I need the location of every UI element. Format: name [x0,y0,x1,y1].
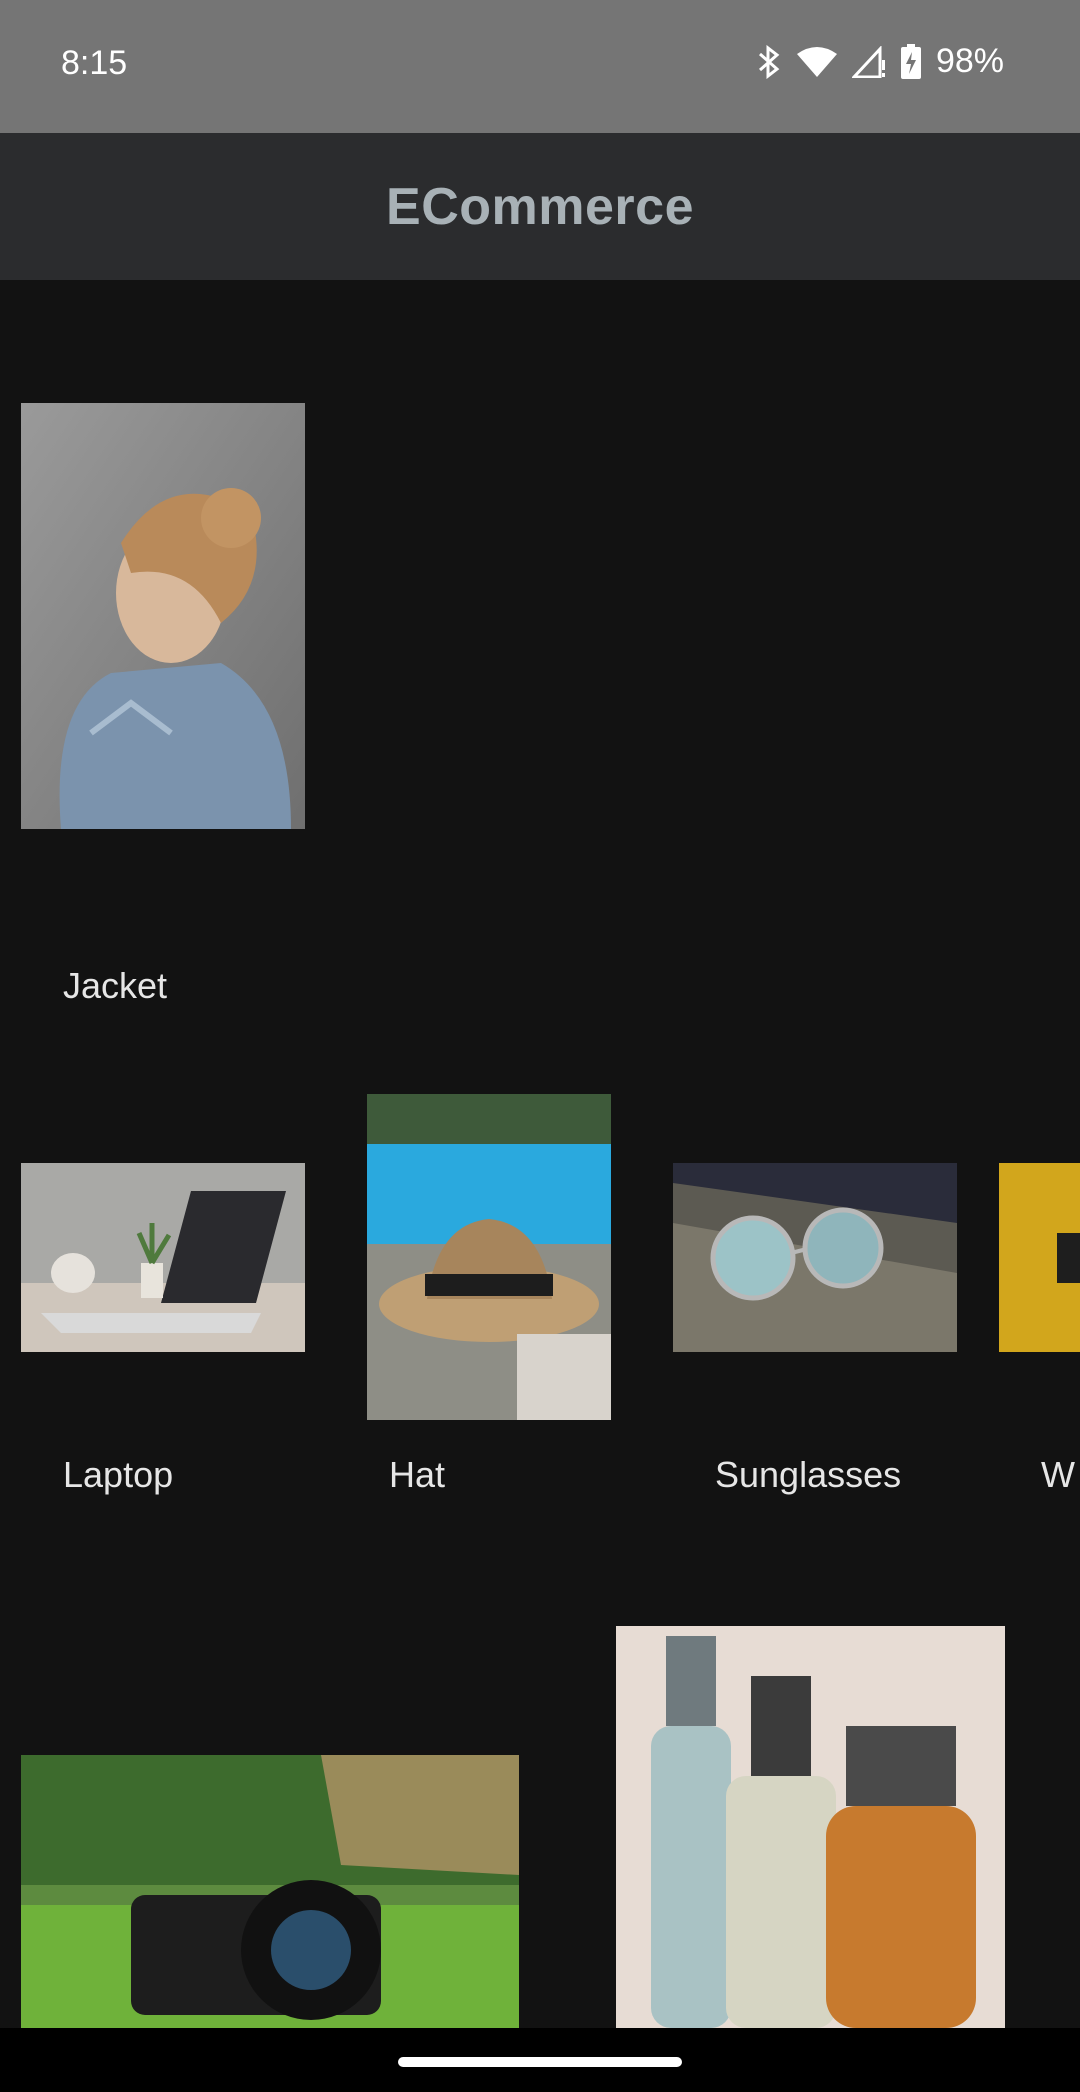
status-time: 8:15 [61,44,128,82]
product-label-hat[interactable]: Hat [389,1454,445,1496]
product-image-perfume[interactable] [616,1626,1005,2028]
cell-signal-icon [851,45,886,78]
product-image-jacket[interactable] [21,403,305,829]
product-image-hat[interactable] [367,1094,611,1420]
product-image-watch[interactable] [999,1163,1080,1352]
battery-charging-icon [900,43,922,80]
page-title: ECommerce [386,177,694,236]
home-gesture-handle[interactable] [398,2057,682,2067]
product-grid[interactable]: Jacket Laptop Hat Sunglasses W [0,280,1080,2028]
status-icons: 98% [756,42,1004,81]
battery-percent: 98% [935,42,1004,80]
bluetooth-icon [756,44,782,79]
product-image-camera[interactable] [21,1755,519,2028]
product-label-watch[interactable]: W [1041,1454,1075,1496]
app-bar: ECommerce [0,133,1080,280]
product-label-sunglasses[interactable]: Sunglasses [715,1454,901,1496]
product-label-laptop[interactable]: Laptop [63,1454,173,1496]
wifi-icon [796,46,838,78]
status-bar: 8:15 98% [0,0,1080,133]
product-image-sunglasses[interactable] [673,1163,957,1352]
product-image-laptop[interactable] [21,1163,305,1352]
product-label-jacket[interactable]: Jacket [63,965,167,1007]
